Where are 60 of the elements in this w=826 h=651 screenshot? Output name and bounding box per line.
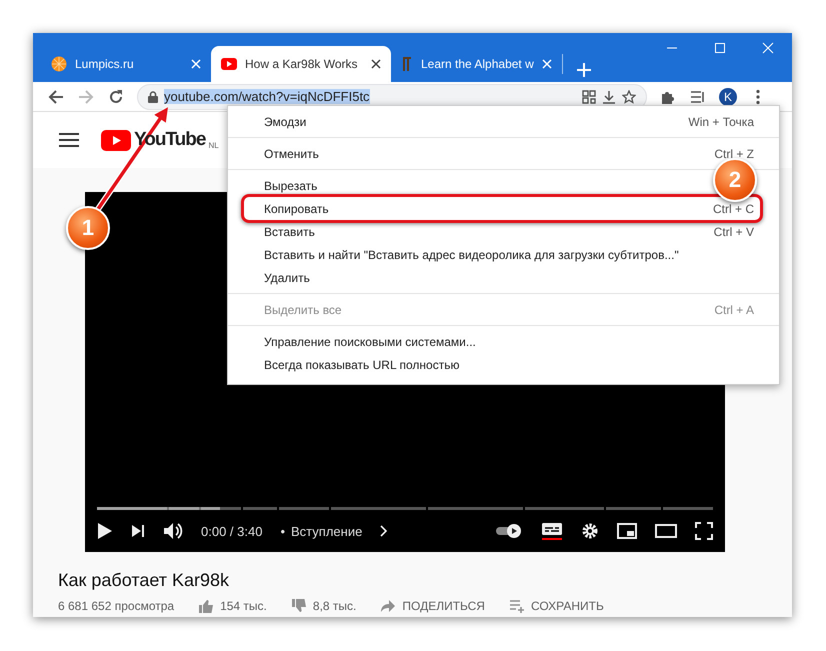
menu-item[interactable]: Копировать bbox=[264, 202, 329, 216]
action-label[interactable]: СОХРАНИТЬ bbox=[530, 599, 604, 613]
shortcut-text: Ctrl + A bbox=[714, 302, 754, 316]
menu-item: Выделить все bbox=[264, 302, 342, 316]
play-logo-icon bbox=[101, 130, 131, 150]
region-label: NL bbox=[208, 141, 219, 150]
miniplayer-icon[interactable] bbox=[617, 523, 637, 539]
action-label[interactable]: ПОДЕЛИТЬСЯ bbox=[402, 599, 485, 613]
chevron-icon[interactable] bbox=[380, 525, 388, 537]
letter-icon bbox=[401, 56, 413, 72]
progress-bar[interactable] bbox=[97, 507, 713, 510]
browser-tab[interactable]: Lumpics.ru bbox=[41, 46, 211, 82]
browser-tab[interactable]: How a Kar98k Works bbox=[211, 46, 391, 82]
menu-item[interactable]: Вставить bbox=[264, 224, 315, 238]
autoplay-toggle[interactable] bbox=[495, 523, 523, 539]
lock-icon bbox=[148, 90, 158, 102]
menu-item[interactable]: Всегда показывать URL полностью bbox=[264, 358, 460, 372]
view-count: 6 681 652 просмотра bbox=[58, 599, 174, 613]
menu-item[interactable]: Вставить и найти "Вставить адрес видеоролика для загрузки субтитров..." bbox=[264, 248, 679, 262]
menu-item[interactable]: Эмодзи bbox=[264, 114, 306, 128]
share-icon[interactable] bbox=[380, 599, 396, 613]
url-text: youtube.com/watch?v=iqNcDFFI5tc bbox=[164, 90, 371, 103]
download-icon[interactable] bbox=[602, 90, 616, 104]
citrus-slice-icon bbox=[51, 56, 67, 72]
back-icon[interactable] bbox=[48, 88, 64, 104]
shortcut-text: Ctrl + V bbox=[714, 224, 754, 238]
youtube-icon bbox=[221, 58, 237, 70]
menu-item[interactable]: Удалить bbox=[264, 270, 310, 284]
action-label[interactable]: 8,8 тыс. bbox=[312, 599, 356, 613]
plus-icon[interactable] bbox=[576, 63, 591, 77]
settings-icon[interactable] bbox=[581, 522, 599, 540]
video-title: Как работает Kar98k bbox=[58, 570, 230, 591]
menu-icon[interactable] bbox=[755, 88, 761, 104]
theater-mode-icon[interactable] bbox=[655, 524, 677, 538]
avatar[interactable]: K bbox=[719, 88, 737, 106]
fullscreen-icon[interactable] bbox=[695, 522, 713, 540]
menu-item[interactable]: Вырезать bbox=[264, 178, 318, 192]
list-icon[interactable] bbox=[690, 90, 706, 104]
star-icon[interactable] bbox=[622, 90, 636, 104]
volume-icon[interactable] bbox=[163, 522, 183, 540]
play-icon[interactable] bbox=[97, 522, 113, 540]
menu-item[interactable]: Отменить bbox=[264, 146, 319, 160]
browser-tab[interactable]: Learn the Alphabet w bbox=[391, 46, 562, 82]
next-icon[interactable] bbox=[131, 524, 145, 538]
shortcut-text: Ctrl + C bbox=[712, 202, 754, 216]
shortcut-text: Win + Точка bbox=[688, 114, 754, 128]
reload-icon[interactable] bbox=[108, 88, 124, 104]
thumbs-down-icon[interactable] bbox=[290, 599, 307, 613]
chapter-link[interactable]: Вступление bbox=[291, 524, 362, 538]
subtitles-icon[interactable] bbox=[541, 522, 563, 540]
close-icon[interactable] bbox=[371, 59, 381, 69]
separator-dot: • bbox=[280, 524, 286, 538]
qr-code-icon[interactable] bbox=[582, 90, 596, 104]
playlist-add-icon[interactable] bbox=[508, 599, 525, 613]
action-label[interactable]: 154 тыс. bbox=[220, 599, 267, 613]
menu-icon[interactable] bbox=[59, 133, 79, 147]
thumbs-up-icon[interactable] bbox=[198, 599, 214, 613]
menu-item[interactable]: Управление поисковыми системами... bbox=[264, 334, 476, 348]
shortcut-text: Ctrl + Z bbox=[714, 146, 754, 160]
time-display: 0:00 / 3:40 bbox=[201, 524, 262, 538]
